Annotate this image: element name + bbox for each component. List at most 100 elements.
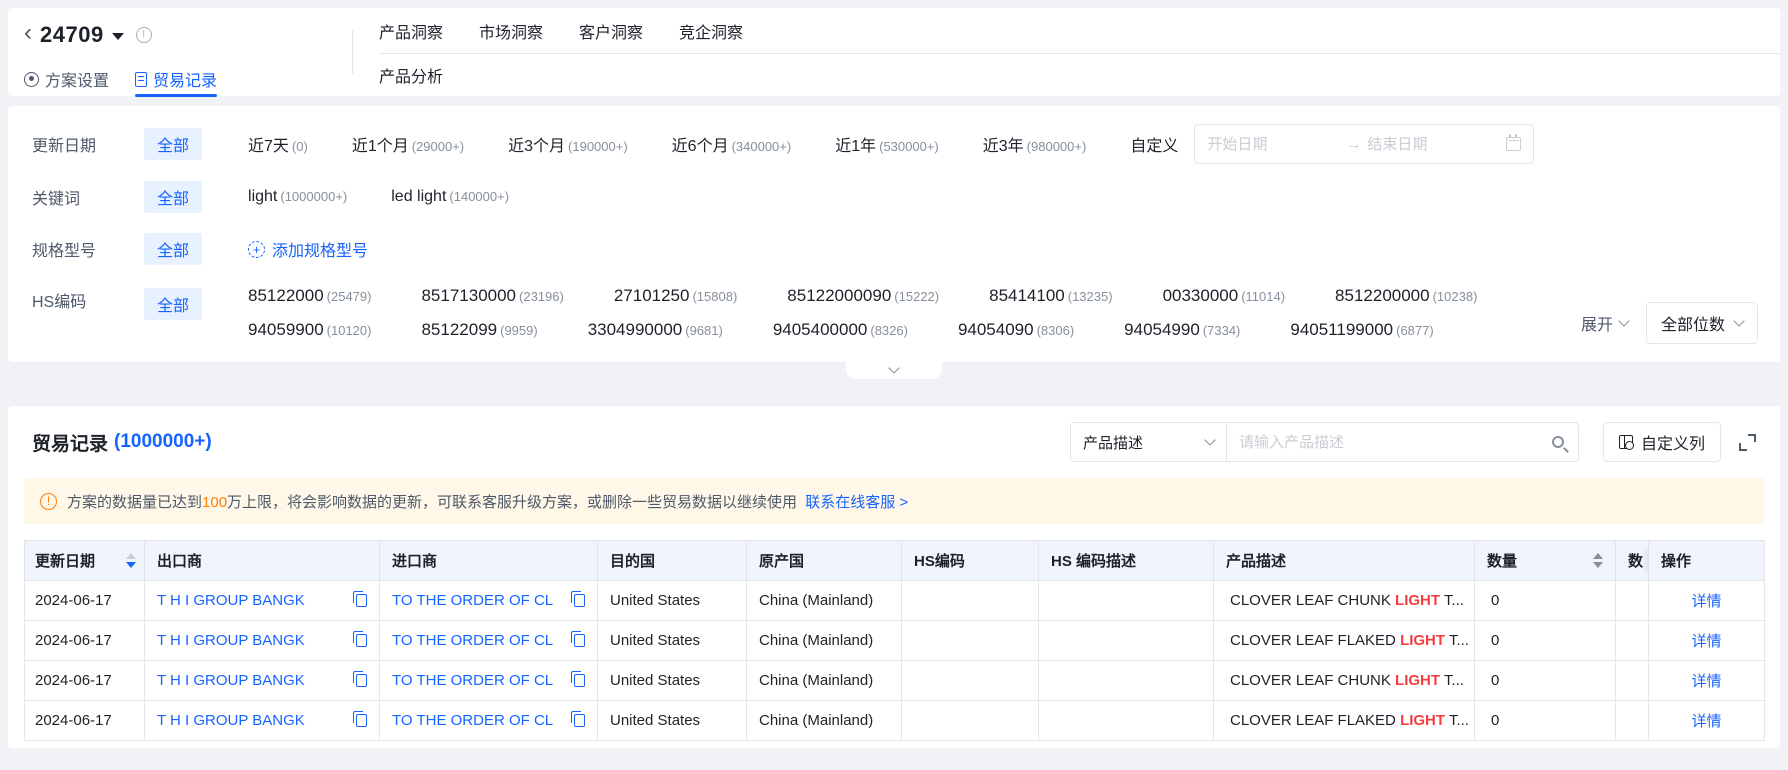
table-header-row: 更新日期 出口商 进口商 目的国 原产国 HS编码 HS 编码描述 产品描述 数… xyxy=(24,540,1765,581)
cell-product-description: CLOVER LEAF FLAKED LIGHT T... xyxy=(1213,700,1475,741)
hs-code-option[interactable]: 8512200000 (10238) xyxy=(1335,286,1477,306)
add-spec-button[interactable]: + 添加规格型号 xyxy=(248,237,368,261)
contact-support-link[interactable]: 联系在线客服 > xyxy=(805,494,908,511)
exporter-link[interactable]: T H I GROUP BANGK xyxy=(157,712,305,729)
hs-digits-select[interactable]: 全部位数 xyxy=(1645,302,1758,344)
hs-code-option[interactable]: 00330000 (11014) xyxy=(1163,286,1285,306)
hs-code-all-chip[interactable]: 全部 xyxy=(144,288,203,320)
nav-tab[interactable]: 市场洞察 xyxy=(479,19,543,43)
detail-link[interactable]: 详情 xyxy=(1691,713,1721,730)
copy-icon[interactable] xyxy=(571,631,585,647)
collapse-filters-button[interactable] xyxy=(846,362,942,379)
cell-importer: TO THE ORDER OF CL xyxy=(379,660,598,701)
nav-tab[interactable]: 竞企洞察 xyxy=(679,19,743,43)
date-range-picker[interactable]: → xyxy=(1194,124,1535,164)
chevron-down-icon xyxy=(1204,434,1216,446)
detail-link[interactable]: 详情 xyxy=(1691,593,1721,610)
top-header: ‹ 24709 ! 方案设置 贸易记录 产品洞察 市场洞察 客户洞察 竞企洞察 产品分… xyxy=(8,8,1780,97)
document-icon xyxy=(135,71,148,87)
importer-link[interactable]: TO THE ORDER OF CL xyxy=(392,592,553,609)
hs-code-option[interactable]: 85122099 (9959) xyxy=(421,320,537,340)
nav-tab[interactable]: 客户洞察 xyxy=(579,19,643,43)
plan-dropdown-icon[interactable] xyxy=(111,32,124,40)
nav-tab[interactable]: 产品洞察 xyxy=(379,19,443,43)
hs-code-option[interactable]: 85122000 (25479) xyxy=(248,286,371,306)
chevron-down-icon xyxy=(888,362,900,374)
main-nav: 产品洞察 市场洞察 客户洞察 竞企洞察 产品分析 xyxy=(353,8,1780,96)
hs-code-option[interactable]: 85122000090 (15222) xyxy=(787,286,939,306)
cell-exporter: T H I GROUP BANGK xyxy=(144,660,380,701)
hs-code-option[interactable]: 94051199000 (6877) xyxy=(1290,320,1433,340)
update-date-all-chip[interactable]: 全部 xyxy=(144,128,203,160)
trade-header-controls: 产品描述 自定义列 xyxy=(1069,422,1756,462)
keyword-option[interactable]: led light (140000+) xyxy=(391,188,509,206)
hs-code-option[interactable]: 8517130000 (23196) xyxy=(421,286,563,306)
copy-icon[interactable] xyxy=(353,591,367,607)
keyword-all-chip[interactable]: 全部 xyxy=(144,181,203,213)
hs-code-option[interactable]: 94054990 (7334) xyxy=(1124,320,1240,340)
exporter-link[interactable]: T H I GROUP BANGK xyxy=(157,672,305,689)
cell-origin: China (Mainland) xyxy=(746,580,902,621)
update-date-option[interactable]: 近7天 (0) xyxy=(248,132,308,156)
copy-icon[interactable] xyxy=(353,631,367,647)
subnav-tab-product-analysis[interactable]: 产品分析 xyxy=(379,63,443,87)
cell-clipped xyxy=(1615,700,1649,741)
update-date-options: 近7天 (0) 近1个月 (29000+) 近3个月 (190000+) 近6个月 (3400… xyxy=(248,132,1086,156)
option-count: (1000000+) xyxy=(280,189,348,204)
filter-row-spec: 规格型号 全部 + 添加规格型号 xyxy=(32,230,1756,268)
copy-icon[interactable] xyxy=(571,671,585,687)
end-date-input[interactable] xyxy=(1367,135,1501,153)
importer-link[interactable]: TO THE ORDER OF CL xyxy=(392,672,553,689)
cell-importer: TO THE ORDER OF CL xyxy=(379,620,598,661)
table-body: 2024-06-17 T H I GROUP BANGK TO THE ORDE… xyxy=(24,580,1765,741)
col-update-date[interactable]: 更新日期 xyxy=(24,540,145,581)
hs-code-option[interactable]: 9405400000 (8326) xyxy=(773,320,908,340)
search-input[interactable] xyxy=(1238,433,1552,451)
sort-icon[interactable] xyxy=(126,553,136,568)
importer-link[interactable]: TO THE ORDER OF CL xyxy=(392,712,553,729)
importer-link[interactable]: TO THE ORDER OF CL xyxy=(392,632,553,649)
search-icon[interactable] xyxy=(1551,436,1564,448)
hs-code-option[interactable]: 94054090 (8306) xyxy=(958,320,1074,340)
hs-code-option[interactable]: 94059900 (10120) xyxy=(248,320,371,340)
custom-date-label[interactable]: 自定义 xyxy=(1130,132,1178,156)
warning-icon: ! xyxy=(40,492,57,510)
tab-plan-settings[interactable]: 方案设置 xyxy=(24,62,109,96)
update-date-option[interactable]: 近3个月 (190000+) xyxy=(508,132,628,156)
spec-all-chip[interactable]: 全部 xyxy=(144,233,203,265)
update-date-option[interactable]: 近1个月 (29000+) xyxy=(352,132,464,156)
hs-code-option[interactable]: 85414100 (13235) xyxy=(989,286,1112,306)
cell-quantity: 0 xyxy=(1474,620,1616,661)
start-date-input[interactable] xyxy=(1207,135,1341,153)
cell-actions: 详情 xyxy=(1648,660,1765,701)
col-quantity[interactable]: 数量 xyxy=(1474,540,1616,581)
update-date-option[interactable]: 近6个月 (340000+) xyxy=(672,132,792,156)
quota-warning-banner: ! 方案的数据量已达到100万上限，将会影响数据的更新，可联系客服升级方案，或删… xyxy=(24,478,1764,524)
calendar-icon[interactable] xyxy=(1506,134,1522,151)
copy-icon[interactable] xyxy=(571,711,585,727)
trade-records-title: 贸易记录 xyxy=(32,433,109,455)
detail-link[interactable]: 详情 xyxy=(1691,673,1721,690)
exporter-link[interactable]: T H I GROUP BANGK xyxy=(157,592,305,609)
sort-icon[interactable] xyxy=(1593,553,1603,568)
cell-exporter: T H I GROUP BANGK xyxy=(144,620,380,661)
plan-info-icon[interactable]: ! xyxy=(135,27,152,43)
update-date-option[interactable]: 近3年 (980000+) xyxy=(983,132,1087,156)
back-icon[interactable]: ‹ xyxy=(24,21,32,45)
filter-row-update-date: 更新日期 全部 近7天 (0) 近1个月 (29000+) 近3个月 (190000+) 近… xyxy=(32,124,1756,164)
update-date-option[interactable]: 近1年 (530000+) xyxy=(835,132,939,156)
keyword-option[interactable]: light (1000000+) xyxy=(248,188,347,206)
detail-link[interactable]: 详情 xyxy=(1691,633,1721,650)
copy-icon[interactable] xyxy=(571,591,585,607)
tab-trade-records[interactable]: 贸易记录 xyxy=(135,62,218,97)
copy-icon[interactable] xyxy=(353,711,367,727)
customize-columns-button[interactable]: 自定义列 xyxy=(1602,422,1721,462)
copy-icon[interactable] xyxy=(353,671,367,687)
filter-row-hs-code: HS编码 全部 85122000 (25479) 8517130000 (23196)… xyxy=(32,282,1756,340)
fullscreen-icon[interactable] xyxy=(1739,433,1756,451)
hs-code-option[interactable]: 27101250 (15808) xyxy=(614,286,737,306)
hs-expand-toggle[interactable]: 展开 xyxy=(1581,311,1630,335)
exporter-link[interactable]: T H I GROUP BANGK xyxy=(157,632,305,649)
search-field-select[interactable]: 产品描述 xyxy=(1069,422,1227,462)
hs-code-option[interactable]: 3304990000 (9681) xyxy=(588,320,723,340)
